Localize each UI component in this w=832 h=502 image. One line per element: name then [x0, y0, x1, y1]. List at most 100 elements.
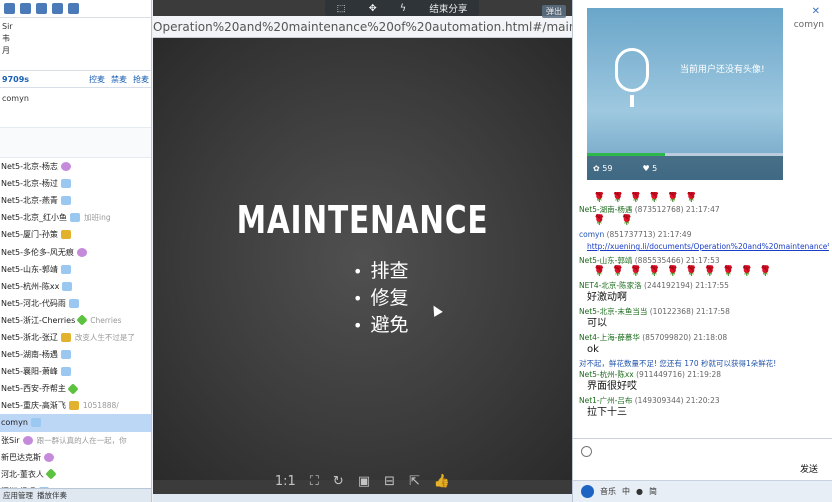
flower-count-value: 59 — [602, 163, 613, 173]
member-item[interactable]: Net5-杭州-陈xx — [0, 278, 151, 295]
user-icon[interactable] — [20, 3, 31, 14]
member-item[interactable]: Net5-山东-郭靖 — [0, 261, 151, 278]
chat-message: Net5-北京-末鱼当当 (10122368) 21:17:58 可以 — [579, 306, 829, 330]
page-icon[interactable]: 1:1 — [275, 474, 296, 489]
message-header: NET4-北京-陈家洛 (244192194) 21:17:55 — [579, 280, 829, 291]
close-icon[interactable]: ✕ — [812, 6, 820, 17]
member-badge-icon — [22, 435, 33, 445]
message-body: 拉下十三 — [587, 407, 627, 418]
input-method-icon[interactable] — [581, 485, 594, 498]
member-signature: 跟一群认真的人在一起，你 — [36, 435, 127, 445]
member-item[interactable]: Net5-湖南-杨遇 — [0, 346, 151, 363]
member-item[interactable]: Net5-浙江-Cherries Cherries — [0, 312, 151, 329]
member-name: Net5-浙北-张辽 — [1, 332, 58, 342]
bottom-item[interactable]: ● — [636, 487, 643, 496]
member-item[interactable]: Net5-北京-杨志 — [0, 158, 151, 175]
channel-line[interactable]: 韦 — [2, 33, 149, 45]
flower-count[interactable]: ✿ 59 — [593, 164, 612, 173]
message-body: ok — [587, 344, 599, 355]
control-mic-button[interactable]: 控麦 — [89, 74, 105, 85]
search-icon[interactable] — [68, 3, 79, 14]
channel-line[interactable]: Sir — [2, 21, 149, 33]
member-name: Net5-北京_红小鱼 — [1, 213, 68, 223]
app-manage-button[interactable]: 应用管理 — [3, 490, 33, 501]
bottom-item[interactable]: 音乐 — [600, 486, 616, 497]
rotate-icon[interactable]: ↻ — [333, 474, 344, 489]
member-item[interactable]: Net5-北京-燕青 — [0, 192, 151, 209]
member-item[interactable]: comyn — [0, 414, 151, 432]
member-signature: Cherries — [90, 315, 122, 325]
left-toolbar — [0, 0, 151, 18]
member-item[interactable]: Net5-襄阳-萧峰 — [0, 363, 151, 380]
member-item[interactable]: Net5-多伦多-风无痕 — [0, 243, 151, 260]
member-item[interactable]: Net5-西安-乔帮主 — [0, 380, 151, 397]
member-badge-icon — [70, 213, 81, 223]
like-count-value: 5 — [652, 163, 658, 173]
member-badge-icon — [60, 196, 71, 206]
member-item[interactable]: 张Sir 跟一群认真的人在一起，你 — [0, 432, 151, 449]
member-badge-icon — [60, 332, 71, 342]
sender-name[interactable]: Net5-山东-郭靖 — [579, 256, 632, 265]
end-share-button[interactable]: 结束分享 — [429, 1, 467, 15]
member-badge-icon — [30, 418, 41, 428]
play-accompaniment-button[interactable]: 播放伴奏 — [37, 490, 67, 501]
microphone-icon — [615, 48, 649, 107]
sender-name[interactable]: Net1-广州-吕布 — [579, 396, 632, 405]
sender-name[interactable]: comyn — [579, 230, 604, 239]
select-icon[interactable]: ⬚ — [337, 3, 346, 14]
message-meta: (911449716) 21:19:28 — [636, 370, 721, 379]
bottom-item[interactable]: 简 — [649, 486, 657, 497]
send-button[interactable]: 发送 — [800, 462, 818, 475]
move-icon[interactable]: ✥ — [369, 3, 377, 14]
ban-mic-button[interactable]: 禁麦 — [111, 74, 127, 85]
popout-label: 弹出 — [546, 7, 562, 16]
member-item[interactable]: 新巴达克斯 — [0, 449, 151, 466]
sender-name[interactable]: Net4-上海-薛慕华 — [579, 333, 640, 342]
sender-name[interactable]: NET4-北京-陈家洛 — [579, 281, 642, 290]
message-input[interactable] — [579, 444, 827, 474]
channel-list: Sir 韦 月 — [0, 18, 151, 70]
sender-name[interactable]: Net5-杭州-陈xx — [579, 370, 634, 379]
member-name: 新巴达克斯 — [1, 452, 41, 462]
fit-icon[interactable]: ⛶ — [310, 474, 319, 489]
member-name: Net5-重庆-高渐飞 — [1, 401, 66, 411]
grid-icon[interactable] — [52, 3, 63, 14]
sender-name[interactable]: Net5-湖南-杨遇 — [579, 205, 632, 214]
bottom-item[interactable]: 中 — [622, 486, 630, 497]
like-count[interactable]: ♥ 5 — [642, 164, 657, 173]
message-header: Net5-北京-末鱼当当 (10122368) 21:17:58 — [579, 306, 829, 317]
message-link[interactable]: http://xuening.li/documents/Operation%20… — [579, 240, 829, 253]
member-item[interactable]: Net5-北京-杨过 — [0, 175, 151, 192]
chat-message: Net5-山东-郭靖 (885535466) 21:17:53 🌹🌹🌹🌹🌹🌹🌹🌹🌹… — [579, 255, 829, 278]
export-icon[interactable]: ⊟ — [384, 474, 395, 489]
channel-line[interactable]: 月 — [2, 45, 149, 57]
member-item[interactable]: Net5-河北-代码雨 — [0, 295, 151, 312]
draw-icon[interactable]: ϟ — [400, 3, 406, 14]
like-icon[interactable]: 👍 — [434, 474, 450, 489]
divider — [573, 438, 832, 439]
location-icon[interactable] — [36, 3, 47, 14]
sender-name[interactable]: Net5-北京-末鱼当当 — [579, 307, 647, 316]
member-item[interactable]: 河北-董衣人 — [0, 466, 151, 483]
slide-bullet: 排查 — [353, 258, 408, 285]
home-icon[interactable] — [4, 3, 15, 14]
member-badge-icon — [68, 401, 79, 411]
member-item[interactable]: Net5-厦门-孙策 — [0, 226, 151, 243]
grab-mic-button[interactable]: 抢麦 — [133, 74, 149, 85]
member-badge-icon — [76, 314, 88, 327]
member-item[interactable]: Net5-浙北-张辽 改变人生不过是了 — [0, 329, 151, 346]
popout-button[interactable]: 弹出 — [542, 5, 566, 18]
room-id: comyn — [793, 20, 824, 30]
video-window: 当前用户还没有头像! ✿ 59 ♥ 5 — [587, 8, 783, 180]
share-icon[interactable]: ⇱ — [409, 474, 420, 489]
member-name: Net5-北京-杨过 — [1, 179, 58, 189]
chat-panel: 当前用户还没有头像! ✿ 59 ♥ 5 ✕ comyn 🌹🌹🌹🌹🌹🌹 Net5-湖… — [572, 0, 832, 502]
right-bottom-bar: 音乐 中 ● 简 — [573, 480, 832, 502]
member-item[interactable]: Net5-重庆-高渐飞 1051888/ — [0, 397, 151, 414]
message-body: 好激动啊 — [587, 292, 627, 303]
save-icon[interactable]: ▣ — [358, 474, 370, 489]
message-meta: (10122368) 21:17:58 — [649, 307, 730, 316]
message-meta: (851737713) 21:17:49 — [606, 230, 692, 239]
member-item[interactable]: Net5-北京_红小鱼 加班ing — [0, 209, 151, 226]
search-result[interactable]: comyn — [0, 88, 151, 128]
